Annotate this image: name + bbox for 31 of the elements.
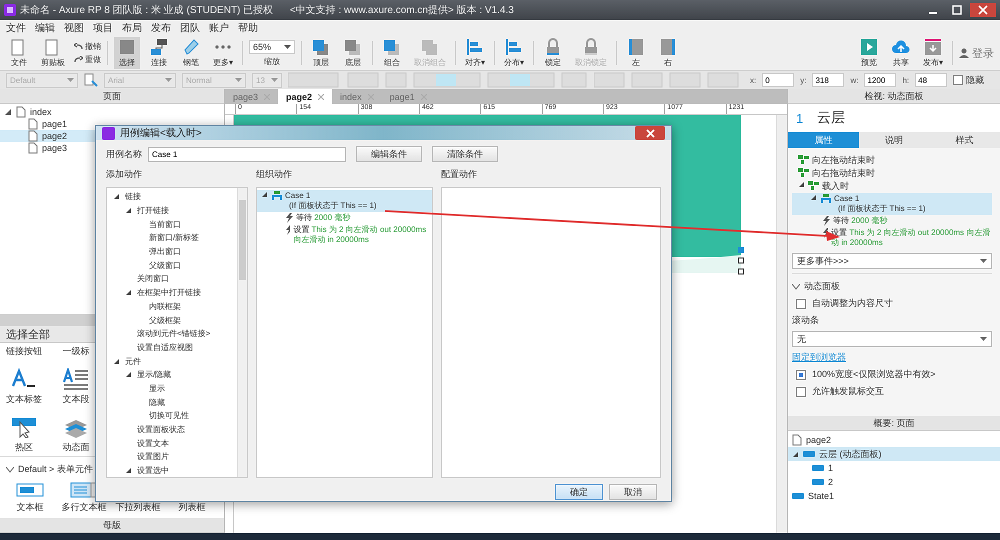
dialog-title: 用例编辑<载入时>	[120, 126, 203, 140]
widget-label: 列表框	[178, 501, 206, 514]
widget-label: 链接按钮	[6, 345, 42, 358]
panel-title: 母版	[103, 518, 121, 532]
checkbox-label: 自动调整为内容尺寸	[812, 297, 893, 310]
field-label: 滚动条	[792, 314, 820, 327]
panel-title: 概要: 页面	[873, 416, 914, 430]
widget-label: 多行文本框	[62, 501, 106, 514]
column-title: 配置动作	[441, 168, 478, 181]
coordinate-label: w:	[850, 76, 858, 84]
widget-label: 文本段	[62, 393, 90, 406]
panel-title: 页面	[103, 90, 121, 102]
widget-label: 一级标	[62, 345, 90, 358]
widget-label: 文本框	[16, 501, 44, 514]
window-title: 未命名 - Axure RP 8 团队版 : 米 业成 (STUDENT) 已授权 <中文支持 : www.axure.com.cn提供> 版本 : V1.4.3	[20, 4, 515, 17]
column-title: 添加动作	[106, 168, 143, 181]
coordinate-label: x:	[750, 76, 756, 84]
widget-label: 动态面	[62, 441, 90, 454]
coordinate-label: y:	[800, 76, 806, 84]
checkbox-label: 允许触发鼠标交互	[812, 385, 884, 398]
hidden-label: 隐藏	[966, 74, 984, 86]
widget-label: 文本标签	[6, 393, 42, 406]
zoom-label: 缩放	[264, 56, 280, 66]
column-title: 组织动作	[256, 168, 293, 181]
widget-label: 热区	[15, 441, 33, 454]
case-name-label: 用例名称	[106, 148, 142, 160]
coordinate-label: h:	[902, 76, 910, 84]
panel-title: 检视: 动态面板	[864, 90, 924, 102]
widget-number: 1	[796, 110, 804, 126]
widget-label: 下拉列表框	[116, 501, 160, 514]
checkbox-label: 100%宽度<仅限浏览器中有效>	[812, 368, 936, 381]
